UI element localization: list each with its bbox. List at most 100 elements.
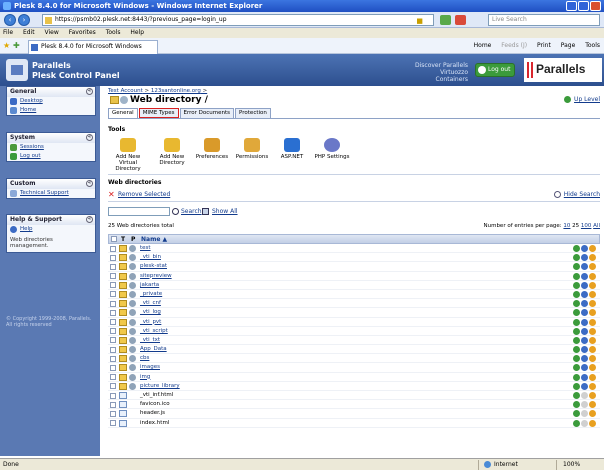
row-name[interactable]: App_Data [140,345,167,354]
tool-add-virtual-directory[interactable]: Add New Virtual Directory [108,138,148,172]
row-name[interactable]: jakarta [140,281,159,290]
zoom-level[interactable]: 100% [563,459,580,470]
menu-file[interactable]: File [3,29,13,36]
lock-icon[interactable] [589,309,596,317]
row-name[interactable]: _vti_cnf [140,299,161,308]
row-checkbox[interactable] [110,410,116,417]
row-checkbox[interactable] [110,291,116,298]
settings-icon[interactable] [573,336,580,344]
permissions-icon[interactable] [581,245,588,252]
menu-view[interactable]: View [45,29,59,36]
row-name[interactable]: img [140,373,150,382]
row-checkbox[interactable] [110,309,116,316]
row-checkbox[interactable] [110,346,116,353]
row-checkbox[interactable] [110,263,116,270]
permissions-icon[interactable] [581,263,588,271]
row-checkbox[interactable] [110,337,116,344]
breadcrumb-domain[interactable]: 123santonline.org [151,88,201,94]
row-checkbox[interactable] [110,300,116,307]
row-name[interactable]: picture_library [140,382,180,391]
settings-icon[interactable] [573,272,580,280]
back-button[interactable]: ‹ [4,14,16,26]
row-checkbox[interactable] [110,273,116,280]
close-button[interactable] [590,1,601,11]
lock-icon[interactable] [589,300,596,308]
row-name[interactable]: test [140,244,151,253]
settings-icon[interactable] [573,254,580,262]
sidebar-item-logout[interactable]: Log out [7,152,95,161]
row-checkbox[interactable] [110,355,116,362]
settings-icon[interactable] [573,300,580,308]
lock-icon[interactable] [589,410,596,418]
permissions-icon[interactable] [581,318,588,326]
remove-selected-button[interactable]: ✕ Remove Selected [108,190,170,199]
tool-preferences[interactable]: Preferences [192,138,232,160]
settings-icon[interactable] [573,281,580,289]
menu-help[interactable]: Help [130,29,144,36]
lock-icon[interactable] [589,373,596,381]
lock-icon[interactable] [589,392,596,399]
permissions-icon[interactable] [581,290,588,298]
sidebar-item-technical-support[interactable]: Technical Support [7,189,95,198]
directory-search-input[interactable] [108,207,170,216]
tools-button[interactable]: Tools [585,42,600,49]
tool-php-settings[interactable]: PHP Settings [312,138,352,160]
collapse-icon[interactable]: « [86,88,93,95]
row-name[interactable]: _private [140,290,162,299]
menu-favorites[interactable]: Favorites [69,29,96,36]
lock-icon[interactable] [589,382,596,390]
show-all-button[interactable]: Show All [202,207,238,216]
hide-search-link[interactable]: Hide Search [553,191,600,198]
settings-icon[interactable] [573,327,580,335]
tab-general[interactable]: General [108,108,138,118]
add-favorite-icon[interactable]: ✚ [13,41,20,50]
permissions-icon[interactable] [581,336,588,344]
lock-icon[interactable] [589,318,596,326]
settings-icon[interactable] [573,263,580,271]
lock-icon[interactable] [589,254,596,262]
row-checkbox[interactable] [110,254,116,261]
address-bar[interactable]: https://psmb02.plesk.net:8443/?previous_… [42,14,434,26]
minimize-button[interactable] [566,1,577,11]
tool-asp-net[interactable]: ASP.NET [272,138,312,160]
row-name[interactable]: cbs [140,354,149,363]
menu-edit[interactable]: Edit [23,29,35,36]
collapse-icon[interactable]: « [86,134,93,141]
settings-icon[interactable] [573,318,580,326]
lock-icon[interactable] [589,336,596,344]
row-checkbox[interactable] [110,374,116,381]
row-checkbox[interactable] [110,319,116,325]
header-logout-button[interactable]: Log out [475,63,515,77]
row-checkbox[interactable] [110,364,116,371]
menu-tools[interactable]: Tools [106,29,121,36]
lock-icon[interactable] [589,290,596,298]
tab-protection[interactable]: Protection [235,108,271,118]
row-checkbox[interactable] [110,245,116,252]
lock-icon[interactable] [589,272,596,280]
settings-icon[interactable] [573,346,580,354]
permissions-icon[interactable] [581,392,588,399]
permissions-icon[interactable] [581,355,588,363]
row-checkbox[interactable] [110,420,116,427]
permissions-icon[interactable] [581,281,588,289]
per-page-100[interactable]: 100 [581,223,592,229]
sidebar-item-sessions[interactable]: Sessions [7,143,95,152]
tab-error-documents[interactable]: Error Documents [179,108,235,118]
permissions-icon[interactable] [581,410,588,418]
tool-permissions[interactable]: Permissions [232,138,272,160]
column-t[interactable]: T [121,236,125,244]
permissions-icon[interactable] [581,272,588,280]
settings-icon[interactable] [573,382,580,390]
stop-icon[interactable] [454,15,466,25]
row-name[interactable]: _vti_script [140,327,168,336]
settings-icon[interactable] [573,309,580,317]
settings-icon[interactable] [573,355,580,363]
permissions-icon[interactable] [581,300,588,308]
tab-mime-types[interactable]: MIME Types [138,108,179,118]
forward-button[interactable]: › [18,14,30,26]
permissions-icon[interactable] [581,346,588,354]
row-name[interactable]: _vti_pvt [140,318,161,327]
lock-icon[interactable] [589,281,596,289]
row-name[interactable]: _vti_txt [140,336,160,345]
lock-icon[interactable] [589,364,596,372]
